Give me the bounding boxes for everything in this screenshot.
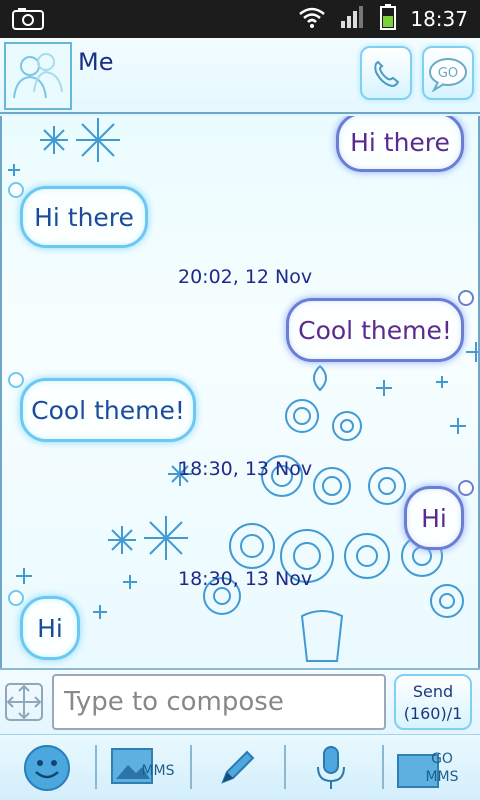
character-counter: (160)/1 <box>403 704 463 723</box>
bubble-tail <box>8 182 24 198</box>
message-bubble-incoming[interactable]: Hi <box>20 596 80 660</box>
toolbar-divider <box>95 745 97 789</box>
screenshot-icon <box>12 8 44 30</box>
picture-mms-icon: MMS <box>111 748 175 784</box>
clock: 18:37 <box>410 7 468 31</box>
message-text: Cool theme! <box>298 315 452 345</box>
go-mms-label-line2: MMS <box>425 769 458 785</box>
status-bar: 18:37 <box>0 0 480 38</box>
compose-bar: Send (160)/1 <box>0 668 480 734</box>
conversation-header: Me GO <box>0 38 480 114</box>
message-list[interactable]: Hi there Hi there 20:02, 12 Nov Cool the… <box>0 116 480 668</box>
send-button[interactable]: Send (160)/1 <box>394 674 472 730</box>
go-mms-button[interactable]: GO MMS <box>390 739 468 797</box>
expand-arrows-icon <box>5 683 43 721</box>
expand-compose-button[interactable] <box>4 682 44 722</box>
send-label: Send <box>412 682 454 701</box>
handwriting-button[interactable] <box>198 739 276 797</box>
emoticon-button[interactable] <box>8 739 86 797</box>
message-bubble-incoming[interactable]: Cool theme! <box>20 378 196 442</box>
pencil-icon <box>221 750 255 784</box>
message-text: Hi <box>421 503 447 533</box>
message-bubble-incoming[interactable]: Hi there <box>20 186 148 248</box>
toolbar-divider <box>284 745 286 789</box>
message-text: Hi there <box>350 127 450 157</box>
bubble-tail <box>8 372 24 388</box>
bubble-tail <box>458 290 474 306</box>
bubble-tail <box>8 590 24 606</box>
go-mms-icon: GO MMS <box>397 751 459 788</box>
message-bubble-outgoing[interactable]: Cool theme! <box>286 298 464 362</box>
smiley-icon <box>24 745 70 791</box>
go-chat-icon: GO <box>429 58 467 93</box>
call-button[interactable] <box>360 46 412 100</box>
message-text: Hi <box>37 613 63 643</box>
voice-input-button[interactable] <box>292 739 370 797</box>
phone-icon <box>374 60 400 88</box>
svg-text:GO: GO <box>438 66 458 81</box>
message-timestamp: 20:02, 12 Nov <box>178 266 313 288</box>
go-chat-button[interactable]: GO <box>422 46 474 100</box>
contact-name: Me <box>78 48 114 76</box>
bubble-tail <box>458 480 474 496</box>
message-text: Hi there <box>34 202 134 232</box>
message-text: Cool theme! <box>31 395 185 425</box>
go-mms-label-line1: GO <box>431 751 453 767</box>
message-bubble-outgoing[interactable]: Hi <box>404 486 464 550</box>
bottom-toolbar: MMS GO MMS <box>0 734 480 800</box>
toolbar-divider <box>190 745 192 789</box>
wifi-icon <box>298 6 326 32</box>
message-timestamp: 18:30, 13 Nov <box>178 568 313 590</box>
person-icon <box>13 53 63 99</box>
message-bubble-outgoing[interactable]: Hi there <box>336 116 464 172</box>
toolbar-divider <box>382 745 384 789</box>
contact-avatar[interactable] <box>4 42 72 110</box>
mms-label: MMS <box>141 763 174 779</box>
microphone-icon <box>317 746 345 789</box>
attach-mms-button[interactable]: MMS <box>102 739 180 797</box>
signal-icon <box>340 5 366 33</box>
battery-icon <box>380 4 397 34</box>
compose-input[interactable] <box>52 674 386 730</box>
message-timestamp: 18:30, 13 Nov <box>178 458 313 480</box>
